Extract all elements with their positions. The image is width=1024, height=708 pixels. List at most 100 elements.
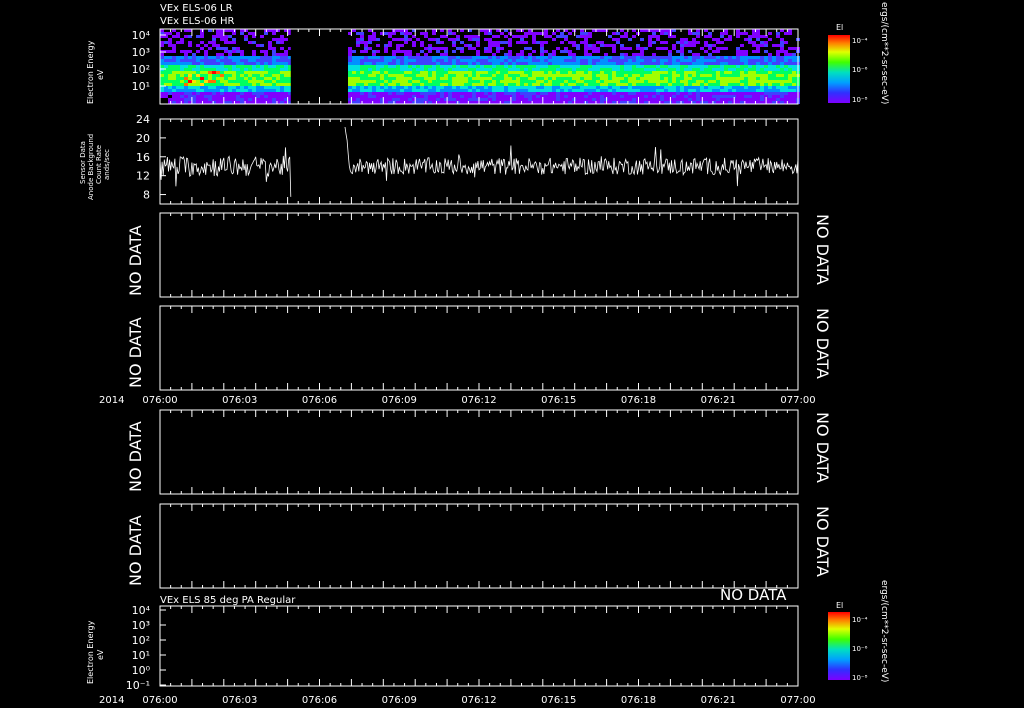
spectrogram-cell: [580, 32, 584, 35]
spectrogram-cell: [204, 65, 208, 68]
spectrogram-cell: [368, 77, 372, 80]
spectrogram-cell: [356, 38, 360, 41]
spectrogram-cell: [572, 56, 576, 59]
spectrogram-cell: [592, 50, 596, 53]
spectrogram-cell: [428, 80, 432, 83]
spectrogram-cell: [256, 59, 260, 62]
spectrogram-cell: [276, 62, 280, 65]
spectrogram-cell: [248, 32, 252, 35]
spectrogram-cell: [744, 86, 748, 89]
spectrogram-cell: [280, 83, 284, 86]
spectrogram-cell: [572, 65, 576, 68]
spectrogram-cell: [656, 59, 660, 62]
spectrogram-cell: [696, 32, 700, 35]
spectrogram-cell: [596, 59, 600, 62]
spectrogram-cell: [392, 77, 396, 80]
spectrogram-cell: [376, 89, 380, 92]
spectrogram-cell: [384, 98, 388, 101]
spectrogram-cell: [544, 59, 548, 62]
spectrogram-cell: [384, 68, 388, 71]
spectrogram-cell: [244, 92, 248, 95]
spectrogram-cell: [732, 74, 736, 77]
spectrogram-cell: [388, 77, 392, 80]
spectrogram-cell: [204, 89, 208, 92]
colorbar-lower-tick-2: 10⁻⁶: [852, 645, 868, 653]
spectrogram-cell: [388, 89, 392, 92]
spectrogram-cell: [760, 89, 764, 92]
spectrogram-cell: [676, 65, 680, 68]
spectrogram-cell: [436, 77, 440, 80]
spectrogram-cell: [700, 83, 704, 86]
spectrogram-cell: [196, 59, 200, 62]
spectrogram-cell: [764, 92, 768, 95]
spectrogram-cell: [708, 95, 712, 98]
spectrogram-cell: [388, 41, 392, 44]
spectrogram-cell: [408, 80, 412, 83]
spectrogram-cell: [168, 80, 172, 83]
spectrogram-cell: [356, 41, 360, 44]
spectrogram-cell: [160, 65, 164, 68]
spectrogram-cell: [284, 53, 288, 56]
spectrogram-cell: [700, 56, 704, 59]
spectrogram-cell: [184, 68, 188, 71]
spectrogram-cell: [392, 50, 396, 53]
time-axis-1-label: 076:06: [302, 395, 337, 406]
spectrogram-cell: [776, 53, 780, 56]
spectrogram-cell: [268, 80, 272, 83]
spectrogram-cell: [512, 83, 516, 86]
spectrogram-cell: [656, 83, 660, 86]
spectrogram-cell: [648, 35, 652, 38]
spectrogram-cell: [568, 53, 572, 56]
spectrogram-cell: [692, 74, 696, 77]
spectrogram-cell: [704, 89, 708, 92]
spectrogram-cell: [580, 92, 584, 95]
spectrogram-cell: [204, 86, 208, 89]
spectrogram-cell: [252, 41, 256, 44]
spectrogram-cell: [716, 68, 720, 71]
spectrogram-cell: [532, 59, 536, 62]
spectrogram-cell: [656, 35, 660, 38]
sensor-data-series: [159, 126, 799, 197]
spectrogram-cell: [740, 56, 744, 59]
spectrogram-cell: [208, 77, 212, 80]
spectrogram-cell: [640, 56, 644, 59]
spectrogram-cell: [432, 68, 436, 71]
spectrogram-cell: [212, 62, 216, 65]
spectrogram-cell: [604, 68, 608, 71]
spectrogram-cell: [468, 56, 472, 59]
spectrogram-cell: [692, 41, 696, 44]
spectrogram-cell: [624, 77, 628, 80]
spectrogram-cell: [684, 65, 688, 68]
spectrogram-cell: [544, 65, 548, 68]
spectrogram-cell: [480, 65, 484, 68]
spectrogram-cell: [400, 56, 404, 59]
spectrogram-cell: [780, 95, 784, 98]
spectrogram-cell: [536, 56, 540, 59]
spectrogram-cell: [676, 68, 680, 71]
spectrogram-cell: [444, 74, 448, 77]
spectrogram-cell: [284, 77, 288, 80]
spectrogram-cell: [600, 59, 604, 62]
spectrogram-cell: [388, 62, 392, 65]
spectrogram-cell: [376, 92, 380, 95]
spectrogram-cell: [516, 80, 520, 83]
spectrogram-cell: [776, 32, 780, 35]
spectrogram-cell: [776, 62, 780, 65]
spectrogram-cell: [792, 71, 796, 74]
spectrogram-cell: [660, 41, 664, 44]
spectrogram-cell: [664, 92, 668, 95]
spectrogram-cell: [568, 68, 572, 71]
spectrogram-cell: [176, 35, 180, 38]
spectrogram-cell: [644, 80, 648, 83]
spectrogram-cell: [524, 83, 528, 86]
spectrogram-cell: [676, 77, 680, 80]
spectrogram-cell: [556, 62, 560, 65]
spectrogram-cell: [592, 71, 596, 74]
spectrogram-cell: [500, 86, 504, 89]
spectrogram-cell: [572, 77, 576, 80]
spectrogram-cell: [624, 86, 628, 89]
spectrogram-cell: [760, 77, 764, 80]
spectrogram-cell: [440, 86, 444, 89]
spectrogram-cell: [624, 65, 628, 68]
spectrogram-cell: [780, 41, 784, 44]
